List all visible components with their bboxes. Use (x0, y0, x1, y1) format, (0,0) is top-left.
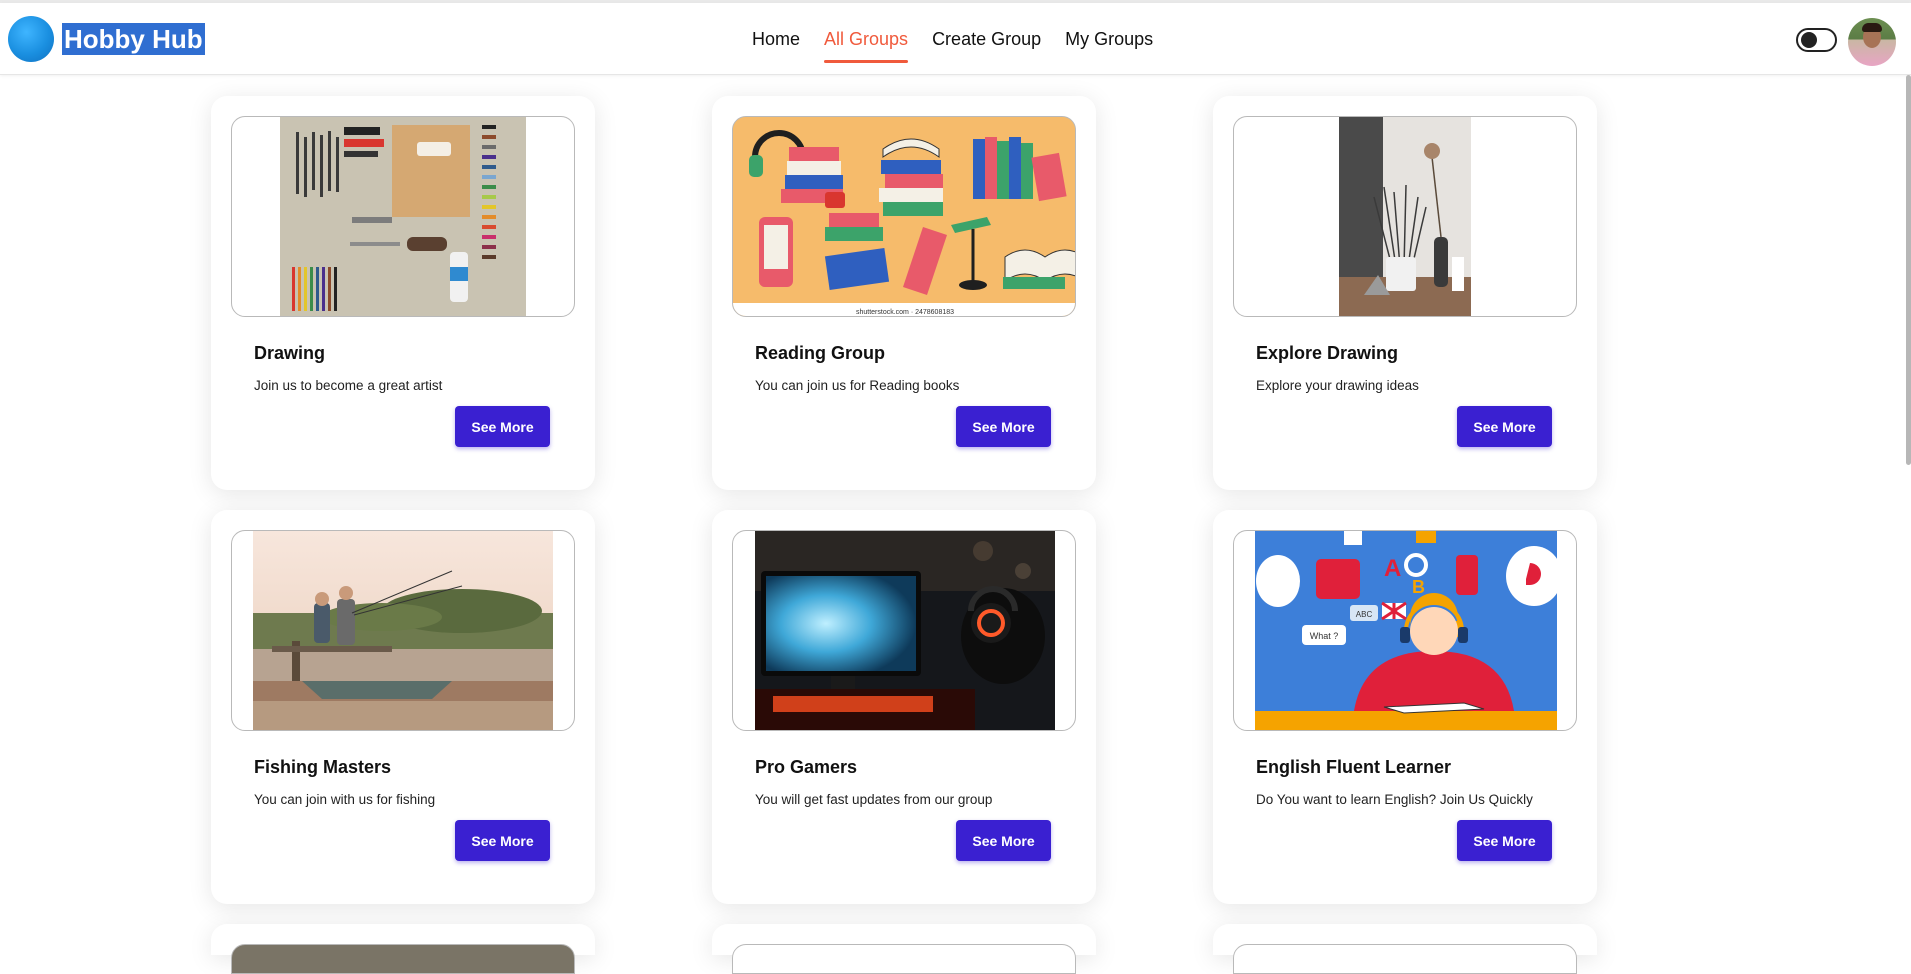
nav-home[interactable]: Home (740, 3, 812, 75)
main-menu: Home All Groups Create Group My Groups (740, 3, 1165, 75)
see-more-button[interactable]: See More (455, 820, 550, 861)
avatar-hair-icon (1862, 23, 1882, 32)
card-title: Explore Drawing (1256, 343, 1399, 363)
nav-my-groups[interactable]: My Groups (1053, 3, 1165, 75)
group-card-english-fluent-learner: A B What ? ABC English Fluent Learner Do… (1213, 510, 1597, 904)
theme-toggle[interactable] (1796, 28, 1837, 52)
letter-b: B (1412, 577, 1425, 597)
nav-all-groups[interactable]: All Groups (812, 3, 920, 75)
card-description: Do You want to learn English? Join Us Qu… (1256, 792, 1533, 807)
letter-a: A (1384, 555, 1401, 582)
card-image-books: shutterstock.com · 2478608183 (732, 116, 1076, 317)
card-image-peek (1233, 944, 1577, 974)
group-card-fishing-masters: Fishing Masters You can join with us for… (211, 510, 595, 904)
card-image-english: A B What ? ABC (1233, 530, 1577, 731)
see-more-button[interactable]: See More (956, 406, 1051, 447)
card-description: You can join us for Reading books (755, 378, 960, 393)
card-image-gamer (732, 530, 1076, 731)
card-title: English Fluent Learner (1256, 757, 1452, 777)
bubble-what: What ? (1310, 631, 1339, 641)
card-image-brushes (1233, 116, 1577, 317)
page-scrollbar[interactable] (1906, 75, 1911, 465)
card-description: Explore your drawing ideas (1256, 378, 1419, 393)
card-title: Pro Gamers (755, 757, 858, 777)
card-image-fishing (231, 530, 575, 731)
see-more-button[interactable]: See More (956, 820, 1051, 861)
brand-name[interactable]: Hobby Hub (62, 23, 205, 55)
group-card-peek (1213, 924, 1597, 974)
card-title: Drawing (254, 343, 326, 363)
toggle-knob-icon (1801, 32, 1817, 48)
nav-create-group[interactable]: Create Group (920, 3, 1053, 75)
card-image-peek (231, 944, 575, 974)
brand[interactable]: Hobby Hub (8, 16, 205, 62)
card-title: Reading Group (755, 343, 885, 363)
navbar: Hobby Hub Home All Groups Create Group M… (0, 3, 1911, 75)
group-card-reading-group: shutterstock.com · 2478608183 Reading Gr… (712, 96, 1096, 490)
english-learning-illustration: A B What ? ABC (1255, 531, 1562, 730)
see-more-button[interactable]: See More (455, 406, 550, 447)
image-caption: shutterstock.com · 2478608183 (856, 309, 954, 316)
books-illustration: shutterstock.com · 2478608183 (733, 117, 1075, 316)
card-title: Fishing Masters (254, 757, 392, 777)
bubble-abc: ABC (1356, 610, 1373, 619)
card-image-peek (732, 944, 1076, 974)
card-image-art-supplies (231, 116, 575, 317)
user-avatar[interactable] (1848, 18, 1896, 66)
art-supplies-photo (280, 117, 526, 316)
group-card-peek (211, 924, 595, 974)
group-card-peek (712, 924, 1096, 974)
paint-brushes-photo (1339, 117, 1471, 316)
group-card-drawing: Drawing Join us to become a great artist… (211, 96, 595, 490)
card-description: You can join with us for fishing (254, 792, 436, 807)
fishing-photo (253, 531, 553, 730)
card-description: You will get fast updates from our group (755, 792, 993, 807)
group-card-pro-gamers: Pro Gamers You will get fast updates fro… (712, 510, 1096, 904)
logo-icon[interactable] (8, 16, 54, 62)
see-more-button[interactable]: See More (1457, 820, 1552, 861)
group-card-explore-drawing: Explore Drawing Explore your drawing ide… (1213, 96, 1597, 490)
see-more-button[interactable]: See More (1457, 406, 1552, 447)
card-description: Join us to become a great artist (254, 378, 443, 393)
gamer-photo (755, 531, 1055, 730)
